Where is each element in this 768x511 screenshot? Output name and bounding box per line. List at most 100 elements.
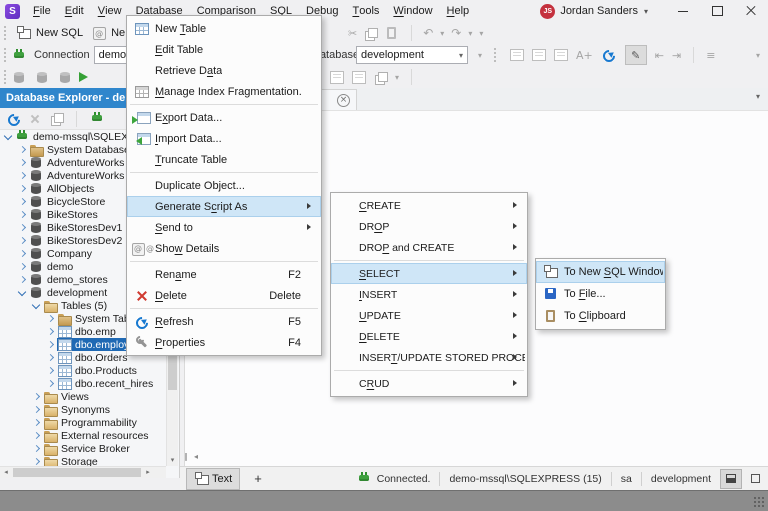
user-avatar[interactable]: JS bbox=[540, 4, 555, 19]
layout-full-button[interactable] bbox=[744, 469, 766, 489]
chevron-icon[interactable] bbox=[46, 366, 55, 375]
chevron-icon[interactable] bbox=[18, 197, 27, 206]
submenu-item[interactable]: DROP bbox=[331, 216, 527, 237]
submenu-item[interactable]: INSERT/UPDATE STORED PROCEDURE bbox=[331, 347, 527, 368]
context-menu-item[interactable]: Edit Table bbox=[127, 39, 321, 60]
indent-icon[interactable]: ⇥ bbox=[672, 49, 681, 62]
scroll-right-icon[interactable]: ▸ bbox=[142, 467, 154, 478]
chevron-icon[interactable] bbox=[46, 340, 55, 349]
submenu-item[interactable]: UPDATE bbox=[331, 305, 527, 326]
context-menu-item[interactable]: New Table bbox=[127, 18, 321, 39]
tree-item[interactable]: Service Broker bbox=[0, 442, 166, 455]
splitter-controls[interactable]: ∥ ◂ bbox=[184, 452, 198, 461]
refresh-icon[interactable] bbox=[6, 112, 20, 126]
outdent-icon[interactable]: ⇤ bbox=[655, 49, 664, 62]
tree-item[interactable]: dbo.Products bbox=[0, 364, 166, 377]
chevron-icon[interactable] bbox=[32, 457, 41, 466]
tree-item[interactable]: Programmability bbox=[0, 416, 166, 429]
chevron-icon[interactable] bbox=[46, 353, 55, 362]
close-button[interactable] bbox=[734, 0, 768, 22]
context-menu-item[interactable]: Refresh F5 bbox=[127, 311, 321, 332]
add-view-button[interactable]: + bbox=[254, 471, 262, 486]
tree-item[interactable]: External resources bbox=[0, 429, 166, 442]
menubar-item[interactable]: Window bbox=[386, 0, 439, 22]
tab-list-caret-icon[interactable]: ▾ bbox=[756, 92, 760, 101]
menubar-item[interactable]: Help bbox=[440, 0, 477, 22]
chevron-icon[interactable] bbox=[18, 262, 27, 271]
format-profile-icon[interactable] bbox=[510, 49, 524, 61]
submenu-item[interactable]: CRUD bbox=[331, 373, 527, 394]
database-task-icon[interactable] bbox=[58, 71, 73, 84]
refresh-icon[interactable] bbox=[601, 48, 617, 62]
database-task-icon[interactable] bbox=[35, 71, 50, 84]
delete-icon[interactable] bbox=[29, 113, 41, 125]
database-task-icon[interactable] bbox=[12, 71, 27, 84]
menubar-item[interactable]: View bbox=[91, 0, 129, 22]
chevron-icon[interactable] bbox=[46, 327, 55, 336]
toolbar-grip[interactable] bbox=[3, 47, 8, 63]
chevron-icon[interactable] bbox=[18, 223, 27, 232]
context-menu-item[interactable] bbox=[130, 261, 318, 262]
context-menu-item[interactable]: Retrieve Data bbox=[127, 60, 321, 81]
scroll-down-icon[interactable]: ▾ bbox=[167, 454, 178, 466]
toolbar-overflow-caret-icon[interactable]: ▾ bbox=[756, 51, 760, 60]
new-sql-button[interactable]: New SQL bbox=[12, 23, 87, 43]
submenu-item[interactable]: To File... bbox=[536, 283, 665, 305]
submenu-item[interactable]: CREATE bbox=[331, 195, 527, 216]
context-menu-item[interactable]: Send to bbox=[127, 217, 321, 238]
toolbar-grip[interactable] bbox=[3, 25, 8, 41]
context-menu-item[interactable]: Rename F2 bbox=[127, 264, 321, 285]
toolbar-grip[interactable] bbox=[493, 47, 498, 63]
context-menu-item[interactable] bbox=[130, 104, 318, 105]
undo-caret-icon[interactable]: ▾ bbox=[440, 29, 444, 38]
scrollbar-thumb[interactable] bbox=[13, 468, 141, 477]
chevron-icon[interactable] bbox=[46, 314, 55, 323]
submenu-item[interactable]: To Clipboard bbox=[536, 305, 665, 327]
add-image-icon[interactable] bbox=[352, 71, 366, 84]
chevron-icon[interactable] bbox=[46, 379, 55, 388]
chevron-icon[interactable] bbox=[18, 171, 27, 180]
chevron-icon[interactable] bbox=[32, 418, 41, 427]
context-menu-item[interactable]: Duplicate Object... bbox=[127, 175, 321, 196]
toolbar-button-partial[interactable]: Ne bbox=[87, 23, 129, 43]
submenu-item[interactable] bbox=[334, 370, 524, 371]
new-connection-icon[interactable] bbox=[90, 112, 105, 125]
context-menu-item[interactable]: Generate Script As bbox=[127, 196, 321, 217]
sql-formatter-button[interactable]: ✎ bbox=[625, 45, 647, 65]
layout-icon[interactable] bbox=[330, 71, 344, 84]
execute-icon[interactable] bbox=[79, 72, 93, 82]
minimize-button[interactable] bbox=[666, 0, 700, 22]
layout-toggle-button[interactable] bbox=[720, 469, 742, 489]
chevron-icon[interactable] bbox=[18, 249, 27, 258]
copy-icon[interactable] bbox=[364, 27, 377, 40]
paste-icon[interactable] bbox=[384, 26, 400, 40]
scroll-left-icon[interactable]: ◂ bbox=[0, 467, 12, 478]
context-menu-item[interactable] bbox=[130, 308, 318, 309]
chevron-icon[interactable] bbox=[18, 236, 27, 245]
menubar-item[interactable]: Edit bbox=[58, 0, 91, 22]
align-icon[interactable]: ≡ bbox=[706, 49, 715, 62]
submenu-item[interactable]: DELETE bbox=[331, 326, 527, 347]
chevron-icon[interactable] bbox=[18, 275, 27, 284]
tree-item[interactable]: Views bbox=[0, 390, 166, 403]
context-menu-item[interactable]: Show Details bbox=[127, 238, 321, 259]
chevron-icon[interactable] bbox=[18, 184, 27, 193]
chevron-icon[interactable] bbox=[4, 132, 13, 141]
chevron-icon[interactable] bbox=[18, 210, 27, 219]
menubar-item[interactable]: File bbox=[26, 0, 58, 22]
context-menu-item[interactable]: Delete Delete bbox=[127, 285, 321, 306]
tree-item[interactable]: Synonyms bbox=[0, 403, 166, 416]
chevron-icon[interactable] bbox=[32, 392, 41, 401]
context-menu-item[interactable]: Properties F4 bbox=[127, 332, 321, 353]
change-case-icon[interactable]: A+ bbox=[576, 49, 593, 62]
toolbar-grip[interactable] bbox=[3, 69, 8, 85]
context-menu-item[interactable]: Manage Index Fragmentation... bbox=[127, 81, 321, 102]
submenu-item[interactable] bbox=[334, 260, 524, 261]
chevron-icon[interactable] bbox=[18, 288, 27, 297]
duplicate-icon[interactable] bbox=[50, 112, 63, 125]
chevron-icon[interactable] bbox=[18, 145, 27, 154]
cut-icon[interactable]: ✂ bbox=[348, 27, 357, 40]
format-selection-icon[interactable] bbox=[532, 49, 546, 61]
chevron-icon[interactable] bbox=[32, 431, 41, 440]
resize-grip-icon[interactable] bbox=[753, 496, 765, 508]
